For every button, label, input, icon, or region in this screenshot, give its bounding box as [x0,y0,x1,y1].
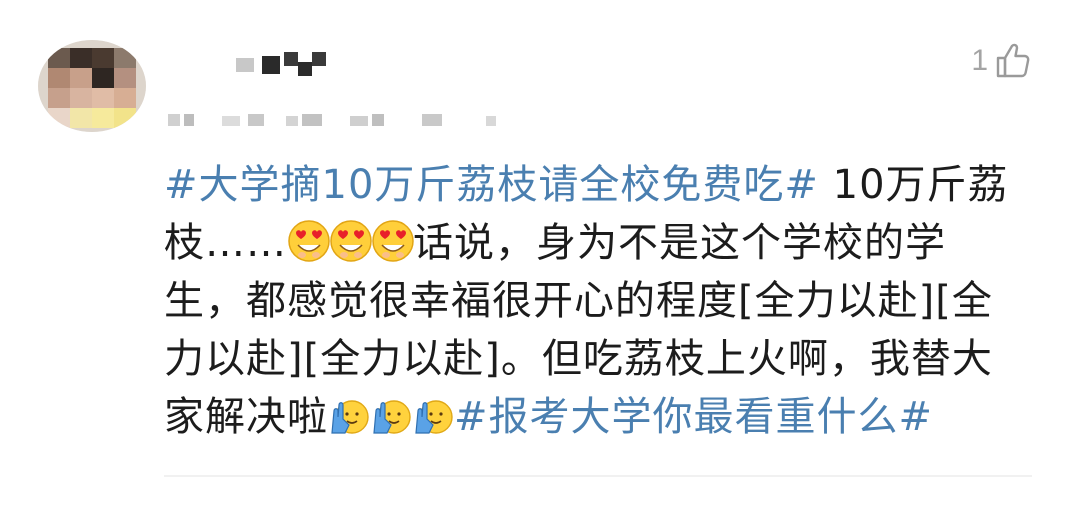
comment-line-3: 生，都感觉很幸福很开心的程度[全力以赴][全 [164,278,993,324]
comment-line-1: #大学摘10万斤荔枝请全校免费吃# 10万斤荔 [164,156,1044,214]
divider [164,475,1032,477]
meta-mosaic [168,114,496,126]
heart-eyes-emoji [329,219,373,263]
topic-link-lychee[interactable]: #大学摘10万斤荔枝请全校免费吃# [164,162,819,208]
username[interactable] [236,52,346,86]
comment-line-5: 家解决啦 #报考大学你最看重什么# [164,388,1044,446]
thumbs-up-icon [996,43,1030,78]
raised-hand-emoji [328,393,372,437]
like-count: 1 [971,44,988,77]
comment-body: #大学摘10万斤荔枝请全校免费吃# 10万斤荔 枝…… 话说，身为不是这个学校的学… [164,156,1044,446]
comment-text: 10万斤荔 [818,162,1009,208]
comment-meta [168,112,508,134]
heart-eyes-emoji [371,219,415,263]
like-button[interactable]: 1 [971,42,1032,80]
comment-text: 家解决啦 [164,394,328,440]
raised-hand-emoji [412,393,456,437]
avatar[interactable] [38,40,146,132]
avatar-mosaic-image [38,40,146,132]
raised-hand-emoji [370,393,414,437]
username-mosaic [236,52,326,76]
heart-eyes-emoji [287,219,331,263]
comment-text: 话说，身为不是这个学校的学 [413,220,946,266]
topic-link-university[interactable]: #报考大学你最看重什么# [454,394,933,440]
comment-line-2: 枝…… 话说，身为不是这个学校的学 [164,214,1044,272]
comment-line-4: 力以赴][全力以赴]。但吃荔枝上火啊，我替大 [164,336,993,382]
comment-text: 枝…… [164,220,287,266]
